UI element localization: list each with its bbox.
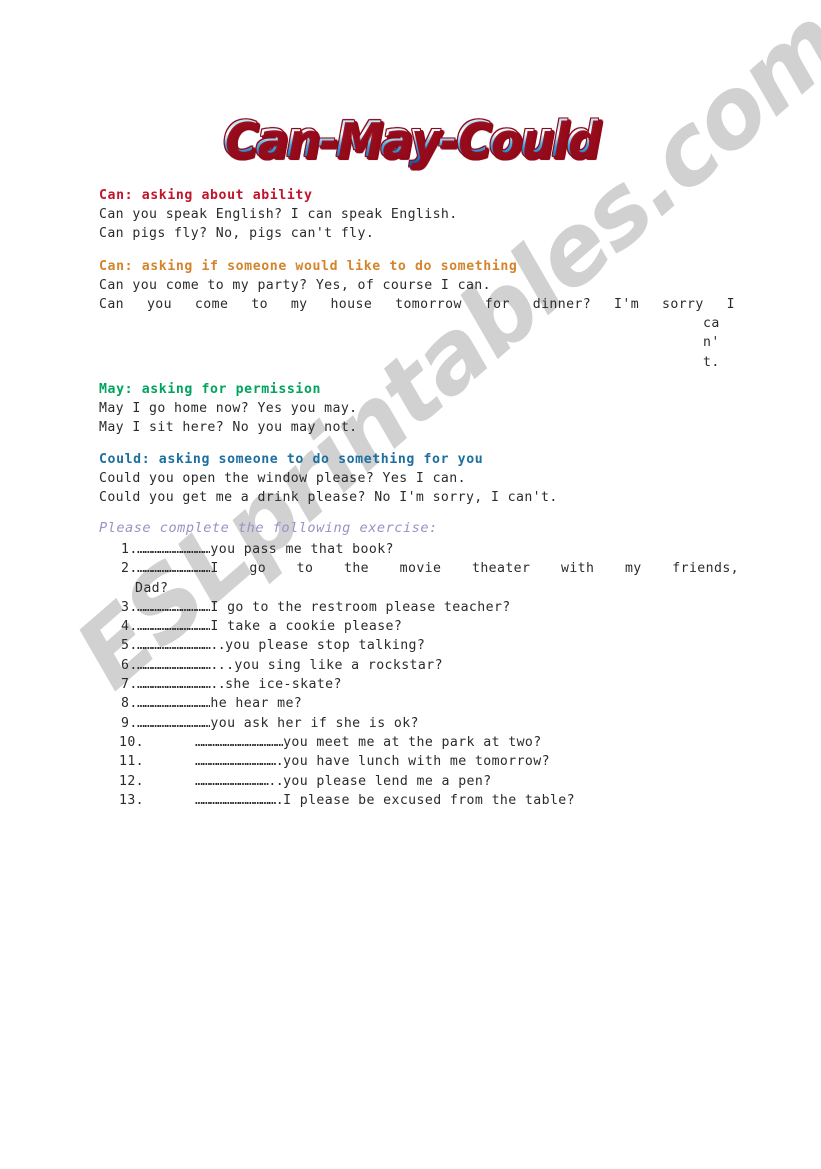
section-line: Can you come to my party? Yes, of course… <box>99 278 491 293</box>
item-number: 10. <box>119 734 145 750</box>
section-can-invitation: Can: asking if someone would like to do … <box>99 257 735 315</box>
item-number: 7. <box>121 677 138 693</box>
overflow-fragment: t. <box>703 354 720 370</box>
answer-blank[interactable]: ………………………….. <box>137 675 225 694</box>
item-text: he hear me? <box>210 696 303 712</box>
section-heading: Could: asking someone to do something fo… <box>99 452 484 467</box>
item-number: 2. <box>121 561 138 577</box>
overflow-fragment: ca <box>703 316 720 331</box>
item-number: 4. <box>121 619 138 635</box>
section-heading: Can: asking about ability <box>99 188 313 203</box>
section-can-ability: Can: asking about ability Can you speak … <box>99 186 735 244</box>
exercise-item[interactable]: 13. ……………………………. I please be excused fro… <box>99 791 739 810</box>
exercise-item[interactable]: 8. ………………………… he hear me? <box>99 694 739 713</box>
exercise-item[interactable]: 11. ……………………………. you have lunch with me … <box>99 752 739 771</box>
item-number: 1. <box>121 542 138 557</box>
exercise-item[interactable]: 10. ……………………………… you meet me at the park… <box>99 733 739 752</box>
item-number: 12. <box>119 773 145 789</box>
section-line: Can pigs fly? No, pigs can't fly. <box>99 226 375 242</box>
section-line: Can you speak English? I can speak Engli… <box>99 207 458 222</box>
item-number: 11. <box>119 754 145 770</box>
item-text: you ask her if she is ok? <box>210 715 419 731</box>
item-text-continuation: Dad? <box>135 580 169 596</box>
section-line: Could you get me a drink please? No I'm … <box>99 490 558 506</box>
worksheet-page: Can-May-Could Can: asking about ability … <box>0 0 821 1169</box>
item-number: 13. <box>119 792 145 808</box>
item-text: you have lunch with me tomorrow? <box>283 754 550 770</box>
section-line: Could you open the window please? Yes I … <box>99 471 466 486</box>
answer-blank[interactable]: ………………………… <box>137 694 210 713</box>
exercise-item[interactable]: 12. ………………………….. you please lend me a pe… <box>99 772 739 791</box>
answer-blank[interactable]: ………………………….. <box>195 772 283 791</box>
overflow-fragment: n' <box>703 335 720 351</box>
exercise-instruction: Please complete the following exercise: <box>99 520 438 536</box>
section-could-request: Could: asking someone to do something fo… <box>99 450 735 508</box>
answer-blank[interactable]: ………………………… <box>137 540 210 559</box>
exercise-list: 1. ………………………… you pass me that book? 2. … <box>99 540 739 810</box>
answer-blank[interactable]: ……………………………. <box>195 752 283 771</box>
exercise-item[interactable]: 9. ………………………… you ask her if she is ok? <box>99 714 739 733</box>
item-text: ..you sing like a rockstar? <box>217 657 443 673</box>
item-number: 3. <box>121 599 138 615</box>
item-text: I please be excused from the table? <box>283 792 575 808</box>
answer-blank[interactable]: ………………………… <box>137 617 210 636</box>
answer-blank[interactable]: ……………………………. <box>195 791 283 810</box>
item-number: 6. <box>121 657 138 673</box>
exercise-item[interactable]: 1. ………………………… you pass me that book? <box>99 540 739 559</box>
section-line: Can you come to my house tomorrow for di… <box>99 297 735 313</box>
exercise-item[interactable]: 4. ………………………… I take a cookie please? <box>99 617 739 636</box>
item-text: I take a cookie please? <box>210 619 403 635</box>
answer-blank[interactable]: ………………………… <box>137 598 210 617</box>
line-overflow-fragments: ca n' t. <box>703 314 743 372</box>
answer-blank[interactable]: ………………………… <box>137 714 210 733</box>
exercise-item[interactable]: 3. ………………………… I go to the restroom pleas… <box>99 598 739 617</box>
item-text: you meet me at the park at two? <box>283 734 542 750</box>
exercise-item[interactable]: 5. ………………………….. you please stop talking? <box>99 636 739 655</box>
exercise-item[interactable]: 2. ………………………… I go to the movie theater … <box>99 559 739 578</box>
page-title: Can-May-Could <box>0 110 821 168</box>
item-number: 5. <box>121 638 138 654</box>
item-text: I go to the restroom please teacher? <box>210 599 511 615</box>
item-number: 8. <box>121 696 138 712</box>
section-line: May I go home now? Yes you may. <box>99 401 358 416</box>
item-text: you please stop talking? <box>225 638 426 654</box>
item-text: you pass me that book? <box>210 542 394 557</box>
item-number: 9. <box>121 715 138 731</box>
section-heading: Can: asking if someone would like to do … <box>99 259 518 274</box>
answer-blank[interactable]: ………………………….. <box>137 636 225 655</box>
item-text: you please lend me a pen? <box>283 773 492 789</box>
section-may-permission: May: asking for permission May I go home… <box>99 380 735 438</box>
answer-blank[interactable]: ………………………… <box>137 559 210 578</box>
exercise-item[interactable]: 6. …………………………. ..you sing like a rocksta… <box>99 656 739 675</box>
page-title-text: Can-May-Could <box>223 110 599 168</box>
item-text: she ice-skate? <box>225 677 342 693</box>
answer-blank[interactable]: ……………………………… <box>195 733 283 752</box>
section-heading: May: asking for permission <box>99 382 322 397</box>
answer-blank[interactable]: …………………………. <box>137 656 218 675</box>
section-line: May I sit here? No you may not. <box>99 420 358 436</box>
exercise-item[interactable]: 7. ………………………….. she ice-skate? <box>99 675 739 694</box>
item-text: I go to the movie theater with my friend… <box>210 561 739 577</box>
